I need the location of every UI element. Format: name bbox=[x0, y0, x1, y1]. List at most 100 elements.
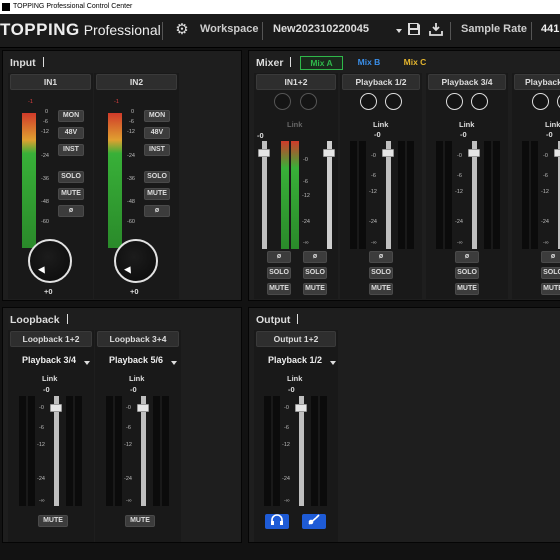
scale-mark: -36 bbox=[41, 176, 49, 182]
fader-value: -0 bbox=[288, 385, 295, 394]
chevron-down-icon[interactable] bbox=[84, 361, 90, 365]
gain-knob[interactable] bbox=[28, 239, 72, 283]
level-meter-left bbox=[484, 141, 491, 249]
pan-knob-right[interactable] bbox=[300, 93, 317, 110]
chevron-down-icon[interactable] bbox=[330, 361, 336, 365]
pan-knob-left[interactable] bbox=[360, 93, 377, 110]
mute-button[interactable]: MUTE bbox=[144, 188, 170, 200]
phase-invert-button[interactable]: ø bbox=[369, 251, 393, 263]
loopback-source-select[interactable]: Playback 3/4 bbox=[22, 355, 76, 365]
fader-handle[interactable] bbox=[258, 149, 270, 157]
export-download-icon[interactable] bbox=[428, 22, 444, 38]
link-label[interactable]: Link bbox=[287, 120, 302, 129]
fader-track bbox=[386, 141, 391, 249]
scale-mark: -6 bbox=[126, 425, 131, 431]
top-bar: TOPPING Professional ⚙ Workspace New20231… bbox=[0, 14, 560, 48]
mute-button[interactable]: MUTE bbox=[125, 515, 155, 527]
inst-button[interactable]: INST bbox=[58, 144, 84, 156]
phantom-48v-button[interactable]: 48V bbox=[58, 127, 84, 139]
scale-mark: -12 bbox=[41, 129, 49, 135]
fader-handle[interactable] bbox=[323, 149, 335, 157]
solo-button[interactable]: SOLO bbox=[541, 267, 560, 279]
scale-mark: -∞ bbox=[284, 498, 290, 504]
pan-knob-right[interactable] bbox=[385, 93, 402, 110]
phantom-48v-button[interactable]: 48V bbox=[144, 127, 170, 139]
input-panel: Input IN1 -1 0 -6 -12 -24 -36 -48 -60 MO… bbox=[2, 50, 242, 301]
fader-handle[interactable] bbox=[50, 404, 62, 412]
scale-mark: -6 bbox=[543, 173, 548, 179]
mute-button[interactable]: MUTE bbox=[267, 283, 291, 295]
channel-name: Playback bbox=[514, 74, 560, 90]
gain-knob[interactable] bbox=[114, 239, 158, 283]
peak-value: -1 bbox=[114, 99, 119, 105]
pan-knob-left[interactable] bbox=[446, 93, 463, 110]
fader-value: -0 bbox=[257, 131, 264, 140]
phase-invert-button[interactable]: ø bbox=[58, 205, 84, 217]
fader-value: -0 bbox=[374, 130, 381, 139]
fader-handle[interactable] bbox=[468, 149, 480, 157]
tab-mix-b[interactable]: Mix B bbox=[349, 56, 389, 70]
level-meter-right bbox=[531, 141, 538, 249]
mute-button[interactable]: MUTE bbox=[541, 283, 560, 295]
mon-button[interactable]: MON bbox=[144, 110, 170, 122]
workspace-dropdown-icon[interactable] bbox=[396, 29, 402, 33]
scale-mark: -0 bbox=[543, 153, 548, 159]
solo-button[interactable]: SOLO bbox=[369, 267, 393, 279]
pan-knob-left[interactable] bbox=[532, 93, 549, 110]
scale-mark: -∞ bbox=[457, 240, 463, 246]
link-label[interactable]: Link bbox=[373, 120, 388, 129]
level-meter-left bbox=[436, 141, 443, 249]
fader-handle[interactable] bbox=[382, 149, 394, 157]
mute-button[interactable]: MUTE bbox=[38, 515, 68, 527]
output-panel-title: Output bbox=[256, 314, 298, 326]
inst-button[interactable]: INST bbox=[144, 144, 170, 156]
solo-button[interactable]: SOLO bbox=[267, 267, 291, 279]
loopback-panel-title: Loopback bbox=[10, 314, 68, 326]
mute-button[interactable]: MUTE bbox=[369, 283, 393, 295]
guitar-icon[interactable] bbox=[302, 514, 326, 529]
save-icon[interactable] bbox=[406, 22, 422, 38]
link-label[interactable]: Link bbox=[287, 374, 302, 383]
phase-invert-button[interactable]: ø bbox=[144, 205, 170, 217]
output-source-select[interactable]: Playback 1/2 bbox=[268, 355, 322, 365]
mute-button[interactable]: MUTE bbox=[455, 283, 479, 295]
link-label[interactable]: Link bbox=[42, 374, 57, 383]
chevron-down-icon[interactable] bbox=[171, 361, 177, 365]
fader-handle[interactable] bbox=[295, 404, 307, 412]
scale-mark: -12 bbox=[302, 193, 310, 199]
fader-track bbox=[54, 396, 59, 506]
phase-invert-button[interactable]: ø bbox=[455, 251, 479, 263]
link-label[interactable]: Link bbox=[545, 120, 560, 129]
headphone-icon[interactable] bbox=[265, 514, 289, 529]
solo-button[interactable]: SOLO bbox=[144, 171, 170, 183]
scale-mark: -36 bbox=[127, 176, 135, 182]
mon-button[interactable]: MON bbox=[58, 110, 84, 122]
scale-mark: -6 bbox=[43, 119, 48, 125]
solo-button[interactable]: SOLO bbox=[303, 267, 327, 279]
link-label[interactable]: Link bbox=[129, 374, 144, 383]
workspace-name[interactable]: New202310220045 bbox=[273, 23, 369, 35]
tab-mix-c[interactable]: Mix C bbox=[395, 56, 435, 70]
mute-button[interactable]: MUTE bbox=[58, 188, 84, 200]
channel-name: IN1+2 bbox=[256, 74, 336, 90]
mute-button[interactable]: MUTE bbox=[303, 283, 327, 295]
fader-handle[interactable] bbox=[554, 149, 560, 157]
scale-mark: -24 bbox=[37, 476, 45, 482]
scale-mark: -12 bbox=[37, 442, 45, 448]
sample-rate-value[interactable]: 441 bbox=[541, 23, 559, 35]
phase-invert-button[interactable]: ø bbox=[267, 251, 291, 263]
solo-button[interactable]: SOLO bbox=[58, 171, 84, 183]
solo-button[interactable]: SOLO bbox=[455, 267, 479, 279]
loopback-source-select[interactable]: Playback 5/6 bbox=[109, 355, 163, 365]
pan-knob-left[interactable] bbox=[274, 93, 291, 110]
pan-knob-right[interactable] bbox=[471, 93, 488, 110]
level-meter-left bbox=[350, 141, 357, 249]
level-meter-left bbox=[398, 141, 405, 249]
phase-invert-button[interactable]: ø bbox=[303, 251, 327, 263]
settings-gear-icon[interactable]: ⚙ bbox=[174, 22, 190, 38]
phase-invert-button[interactable]: ø bbox=[541, 251, 560, 263]
link-label[interactable]: Link bbox=[459, 120, 474, 129]
tab-mix-a[interactable]: Mix A bbox=[300, 56, 343, 70]
mixer-channel-playback-12: Playback 1/2 Link -0 -0 -6 -12 -24 -∞ ø … bbox=[340, 73, 422, 299]
fader-handle[interactable] bbox=[137, 404, 149, 412]
